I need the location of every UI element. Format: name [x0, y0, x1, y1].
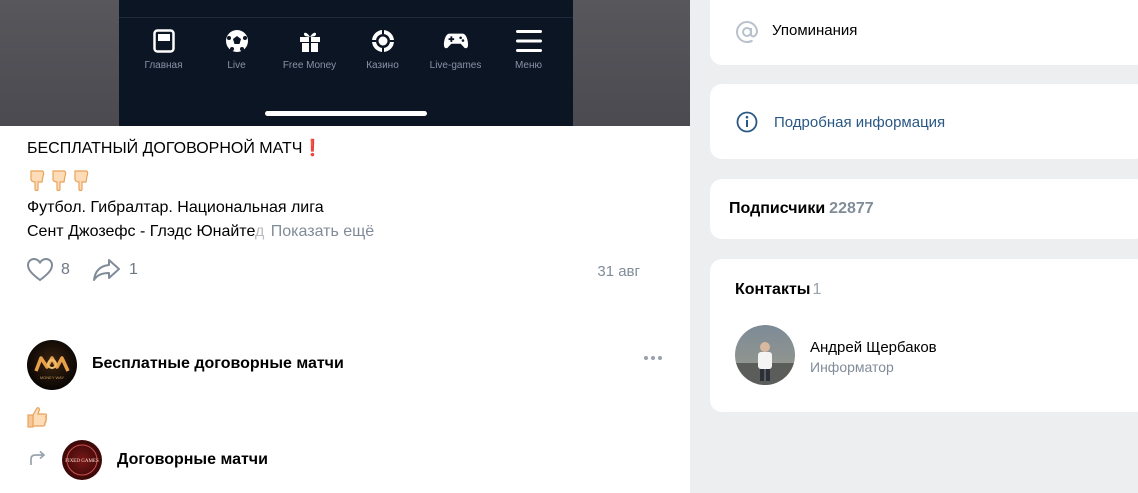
soccer-ball-icon [224, 28, 250, 54]
thumbs-up-icon [27, 407, 48, 428]
phone-tab-live-games: Live-games [423, 28, 489, 82]
like-count: 8 [61, 261, 70, 278]
subscribers-label: Подписчики 22877 [729, 200, 874, 217]
phone-tab-live: Live [204, 28, 270, 82]
gamepad-icon [443, 28, 469, 54]
contact-photo [735, 342, 795, 385]
phone-tab-casino: Казино [350, 28, 416, 82]
contacts-label[interactable]: Контакты 1 [735, 281, 821, 299]
contact-avatar[interactable] [735, 325, 795, 385]
svg-text:FIXED GAMES: FIXED GAMES [65, 459, 99, 464]
post-line-1: Футбол. Гибралтар. Национальная лига [27, 199, 324, 216]
mentions-card[interactable]: Упоминания [710, 0, 1138, 65]
post-title: БЕСПЛАТНЫЙ ДОГОВОРНОЙ МАТЧ❗ [27, 140, 323, 157]
contacts-count: 1 [812, 281, 822, 298]
phone-tab-home: Главная [131, 28, 197, 82]
money-way-logo: MONEY WAY [34, 356, 70, 380]
repost-avatar[interactable]: FIXED GAMES [62, 440, 102, 480]
pointing-down-hand-icon [52, 170, 67, 191]
repost-row: FIXED GAMES Договорные матчи [27, 439, 667, 483]
heart-icon [27, 258, 53, 282]
show-more-link[interactable]: Показать ещё [271, 223, 374, 240]
phone-tab-menu: Меню [496, 28, 562, 82]
pointing-down-emojis [27, 170, 667, 192]
post-text: БЕСПЛАТНЫЙ ДОГОВОРНОЙ МАТЧ❗ Футбол. Гибр… [27, 138, 667, 244]
phone-tab-free-money: Free Money [277, 28, 343, 82]
contacts-card: Контакты 1 Андрей Щербаков Информатор [710, 259, 1138, 412]
info-icon [736, 111, 758, 133]
at-sign-icon [736, 21, 758, 43]
phone-tab-label: Казино [366, 60, 399, 71]
like-button[interactable]: 8 [27, 258, 70, 282]
pointing-down-hand-icon [30, 170, 45, 191]
exclamation-emoji: ❗ [302, 140, 323, 157]
home-icon [151, 28, 177, 54]
pointing-down-hand-icon [74, 170, 89, 191]
post-image[interactable]: Главная Live Free Money Казино Live-game… [0, 0, 690, 126]
share-count: 1 [129, 261, 138, 278]
details-link[interactable]: Подробная информация [774, 114, 945, 131]
share-button[interactable]: 1 [93, 258, 138, 282]
subscribers-card[interactable]: Подписчики 22877 [710, 179, 1138, 239]
menu-icon [515, 28, 542, 54]
mentions-label: Упоминания [772, 22, 858, 39]
phone-screenshot: Главная Live Free Money Казино Live-game… [119, 0, 573, 126]
subscribers-count: 22877 [829, 200, 874, 217]
comment-author-row: MONEY WAY Бесплатные договорные матчи [27, 340, 667, 390]
phone-divider [119, 17, 573, 18]
contact-role: Информатор [810, 359, 894, 375]
details-card[interactable]: Подробная информация [710, 84, 1138, 159]
share-arrow-icon [93, 259, 120, 281]
phone-tab-label: Free Money [282, 60, 337, 71]
phone-tab-label: Меню [514, 60, 543, 71]
more-options-icon[interactable] [644, 356, 662, 360]
home-indicator [265, 111, 427, 116]
svg-text:MONEY WAY: MONEY WAY [40, 375, 65, 380]
post-line-2: Сент Джозефс - Глэдс Юнайтед Показать ещ… [27, 223, 375, 240]
phone-tab-label: Live [227, 60, 246, 71]
author-name[interactable]: Бесплатные договорные матчи [92, 355, 344, 373]
phone-tab-label: Live-games [429, 60, 482, 71]
phone-tabbar: Главная Live Free Money Казино Live-game… [119, 28, 573, 82]
contact-name[interactable]: Андрей Щербаков [810, 339, 937, 356]
author-avatar[interactable]: MONEY WAY [27, 340, 77, 390]
phone-tab-label: Главная [144, 60, 183, 71]
fixed-games-logo: FIXED GAMES [65, 444, 99, 476]
gift-icon [297, 28, 323, 54]
repost-icon [30, 451, 46, 465]
post-date[interactable]: 31 авг [597, 263, 640, 280]
post-actions: 8 1 31 авг [27, 258, 667, 288]
casino-chip-icon [370, 28, 396, 54]
feed-column: Главная Live Free Money Казино Live-game… [0, 0, 690, 493]
repost-author-name[interactable]: Договорные матчи [117, 451, 268, 469]
